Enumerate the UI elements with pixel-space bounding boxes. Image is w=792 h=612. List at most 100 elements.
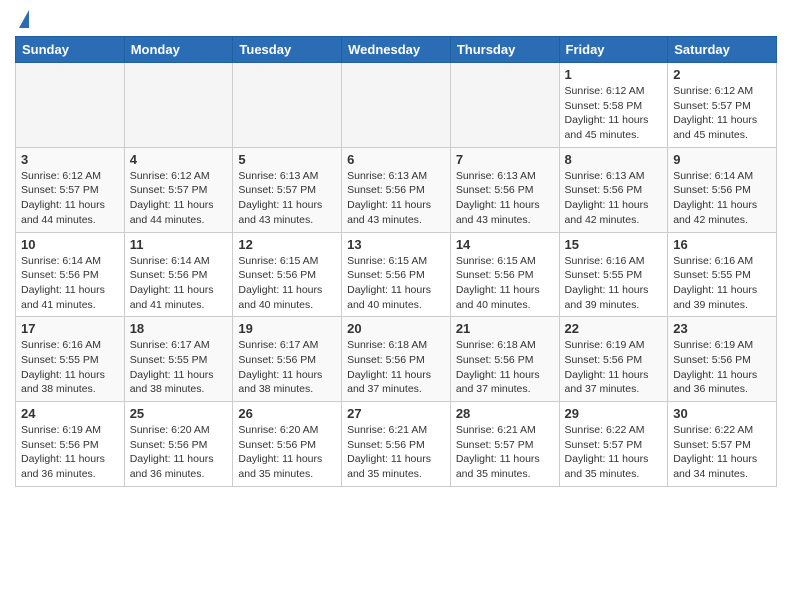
- day-info: Sunrise: 6:14 AMSunset: 5:56 PMDaylight:…: [21, 254, 119, 313]
- calendar-cell: 30 Sunrise: 6:22 AMSunset: 5:57 PMDayligh…: [668, 402, 777, 487]
- calendar-cell: [450, 63, 559, 148]
- day-info: Sunrise: 6:14 AMSunset: 5:56 PMDaylight:…: [130, 254, 228, 313]
- day-number: 12: [238, 237, 336, 252]
- day-info: Sunrise: 6:13 AMSunset: 5:56 PMDaylight:…: [565, 169, 663, 228]
- day-info: Sunrise: 6:19 AMSunset: 5:56 PMDaylight:…: [565, 338, 663, 397]
- day-number: 29: [565, 406, 663, 421]
- calendar-cell: 29 Sunrise: 6:22 AMSunset: 5:57 PMDayligh…: [559, 402, 668, 487]
- weekday-header-friday: Friday: [559, 37, 668, 63]
- calendar-cell: 12 Sunrise: 6:15 AMSunset: 5:56 PMDayligh…: [233, 232, 342, 317]
- calendar-week-row: 1Sunrise: 6:12 AMSunset: 5:58 PMDaylight…: [16, 63, 777, 148]
- day-info: Sunrise: 6:15 AMSunset: 5:56 PMDaylight:…: [238, 254, 336, 313]
- calendar-cell: 9 Sunrise: 6:14 AMSunset: 5:56 PMDaylight…: [668, 147, 777, 232]
- calendar-cell: 6 Sunrise: 6:13 AMSunset: 5:56 PMDaylight…: [342, 147, 451, 232]
- day-number: 7: [456, 152, 554, 167]
- calendar-cell: 24 Sunrise: 6:19 AMSunset: 5:56 PMDayligh…: [16, 402, 125, 487]
- day-info: Sunrise: 6:12 AMSunset: 5:57 PMDaylight:…: [21, 169, 119, 228]
- calendar-cell: 4 Sunrise: 6:12 AMSunset: 5:57 PMDaylight…: [124, 147, 233, 232]
- day-info: Sunrise: 6:16 AMSunset: 5:55 PMDaylight:…: [673, 254, 771, 313]
- day-number: 15: [565, 237, 663, 252]
- day-number: 11: [130, 237, 228, 252]
- calendar-cell: 21Sunrise: 6:18 AMSunset: 5:56 PMDayligh…: [450, 317, 559, 402]
- calendar-cell: 23 Sunrise: 6:19 AMSunset: 5:56 PMDayligh…: [668, 317, 777, 402]
- logo-area: [15, 10, 29, 28]
- calendar-cell: 20 Sunrise: 6:18 AMSunset: 5:56 PMDayligh…: [342, 317, 451, 402]
- day-number: 30: [673, 406, 771, 421]
- day-number: 19: [238, 321, 336, 336]
- day-number: 24: [21, 406, 119, 421]
- day-number: 4: [130, 152, 228, 167]
- calendar-cell: 10 Sunrise: 6:14 AMSunset: 5:56 PMDayligh…: [16, 232, 125, 317]
- day-info: Sunrise: 6:18 AMSunset: 5:56 PMDaylight:…: [347, 338, 445, 397]
- calendar-cell: [233, 63, 342, 148]
- calendar-week-row: 10 Sunrise: 6:14 AMSunset: 5:56 PMDayligh…: [16, 232, 777, 317]
- day-info: Sunrise: 6:16 AMSunset: 5:55 PMDaylight:…: [565, 254, 663, 313]
- weekday-header-tuesday: Tuesday: [233, 37, 342, 63]
- day-number: 10: [21, 237, 119, 252]
- day-number: 16: [673, 237, 771, 252]
- day-info: Sunrise: 6:12 AMSunset: 5:57 PMDaylight:…: [673, 84, 771, 143]
- day-number: 17: [21, 321, 119, 336]
- calendar-cell: 2Sunrise: 6:12 AMSunset: 5:57 PMDaylight…: [668, 63, 777, 148]
- calendar: SundayMondayTuesdayWednesdayThursdayFrid…: [15, 36, 777, 487]
- day-info: Sunrise: 6:22 AMSunset: 5:57 PMDaylight:…: [673, 423, 771, 482]
- calendar-cell: 22 Sunrise: 6:19 AMSunset: 5:56 PMDayligh…: [559, 317, 668, 402]
- calendar-cell: 1Sunrise: 6:12 AMSunset: 5:58 PMDaylight…: [559, 63, 668, 148]
- weekday-header-thursday: Thursday: [450, 37, 559, 63]
- calendar-cell: 8 Sunrise: 6:13 AMSunset: 5:56 PMDaylight…: [559, 147, 668, 232]
- weekday-header-saturday: Saturday: [668, 37, 777, 63]
- calendar-cell: 28Sunrise: 6:21 AMSunset: 5:57 PMDayligh…: [450, 402, 559, 487]
- calendar-week-row: 24 Sunrise: 6:19 AMSunset: 5:56 PMDayligh…: [16, 402, 777, 487]
- day-number: 9: [673, 152, 771, 167]
- day-info: Sunrise: 6:21 AMSunset: 5:57 PMDaylight:…: [456, 423, 554, 482]
- page: SundayMondayTuesdayWednesdayThursdayFrid…: [0, 0, 792, 502]
- day-info: Sunrise: 6:19 AMSunset: 5:56 PMDaylight:…: [673, 338, 771, 397]
- day-number: 18: [130, 321, 228, 336]
- day-number: 20: [347, 321, 445, 336]
- day-info: Sunrise: 6:17 AMSunset: 5:55 PMDaylight:…: [130, 338, 228, 397]
- day-number: 1: [565, 67, 663, 82]
- weekday-header-monday: Monday: [124, 37, 233, 63]
- day-number: 22: [565, 321, 663, 336]
- header: [15, 10, 777, 28]
- day-info: Sunrise: 6:17 AMSunset: 5:56 PMDaylight:…: [238, 338, 336, 397]
- day-info: Sunrise: 6:21 AMSunset: 5:56 PMDaylight:…: [347, 423, 445, 482]
- day-info: Sunrise: 6:20 AMSunset: 5:56 PMDaylight:…: [238, 423, 336, 482]
- day-number: 13: [347, 237, 445, 252]
- logo-triangle-icon: [19, 10, 29, 28]
- day-info: Sunrise: 6:13 AMSunset: 5:56 PMDaylight:…: [456, 169, 554, 228]
- calendar-cell: 5Sunrise: 6:13 AMSunset: 5:57 PMDaylight…: [233, 147, 342, 232]
- calendar-cell: 14 Sunrise: 6:15 AMSunset: 5:56 PMDayligh…: [450, 232, 559, 317]
- day-number: 14: [456, 237, 554, 252]
- day-number: 23: [673, 321, 771, 336]
- weekday-header-row: SundayMondayTuesdayWednesdayThursdayFrid…: [16, 37, 777, 63]
- day-info: Sunrise: 6:20 AMSunset: 5:56 PMDaylight:…: [130, 423, 228, 482]
- day-number: 3: [21, 152, 119, 167]
- day-info: Sunrise: 6:12 AMSunset: 5:57 PMDaylight:…: [130, 169, 228, 228]
- calendar-cell: [124, 63, 233, 148]
- day-info: Sunrise: 6:13 AMSunset: 5:56 PMDaylight:…: [347, 169, 445, 228]
- day-info: Sunrise: 6:18 AMSunset: 5:56 PMDaylight:…: [456, 338, 554, 397]
- day-number: 26: [238, 406, 336, 421]
- day-info: Sunrise: 6:14 AMSunset: 5:56 PMDaylight:…: [673, 169, 771, 228]
- calendar-week-row: 3 Sunrise: 6:12 AMSunset: 5:57 PMDaylight…: [16, 147, 777, 232]
- day-info: Sunrise: 6:15 AMSunset: 5:56 PMDaylight:…: [456, 254, 554, 313]
- day-info: Sunrise: 6:16 AMSunset: 5:55 PMDaylight:…: [21, 338, 119, 397]
- day-number: 6: [347, 152, 445, 167]
- day-info: Sunrise: 6:13 AMSunset: 5:57 PMDaylight:…: [238, 169, 336, 228]
- calendar-cell: 15 Sunrise: 6:16 AMSunset: 5:55 PMDayligh…: [559, 232, 668, 317]
- logo: [15, 10, 29, 28]
- day-info: Sunrise: 6:22 AMSunset: 5:57 PMDaylight:…: [565, 423, 663, 482]
- calendar-cell: 18 Sunrise: 6:17 AMSunset: 5:55 PMDayligh…: [124, 317, 233, 402]
- calendar-cell: 7 Sunrise: 6:13 AMSunset: 5:56 PMDaylight…: [450, 147, 559, 232]
- day-number: 27: [347, 406, 445, 421]
- calendar-cell: 26 Sunrise: 6:20 AMSunset: 5:56 PMDayligh…: [233, 402, 342, 487]
- day-number: 8: [565, 152, 663, 167]
- calendar-cell: 13Sunrise: 6:15 AMSunset: 5:56 PMDayligh…: [342, 232, 451, 317]
- calendar-cell: 11 Sunrise: 6:14 AMSunset: 5:56 PMDayligh…: [124, 232, 233, 317]
- weekday-header-sunday: Sunday: [16, 37, 125, 63]
- day-info: Sunrise: 6:19 AMSunset: 5:56 PMDaylight:…: [21, 423, 119, 482]
- calendar-week-row: 17 Sunrise: 6:16 AMSunset: 5:55 PMDayligh…: [16, 317, 777, 402]
- calendar-cell: 27 Sunrise: 6:21 AMSunset: 5:56 PMDayligh…: [342, 402, 451, 487]
- calendar-cell: 17 Sunrise: 6:16 AMSunset: 5:55 PMDayligh…: [16, 317, 125, 402]
